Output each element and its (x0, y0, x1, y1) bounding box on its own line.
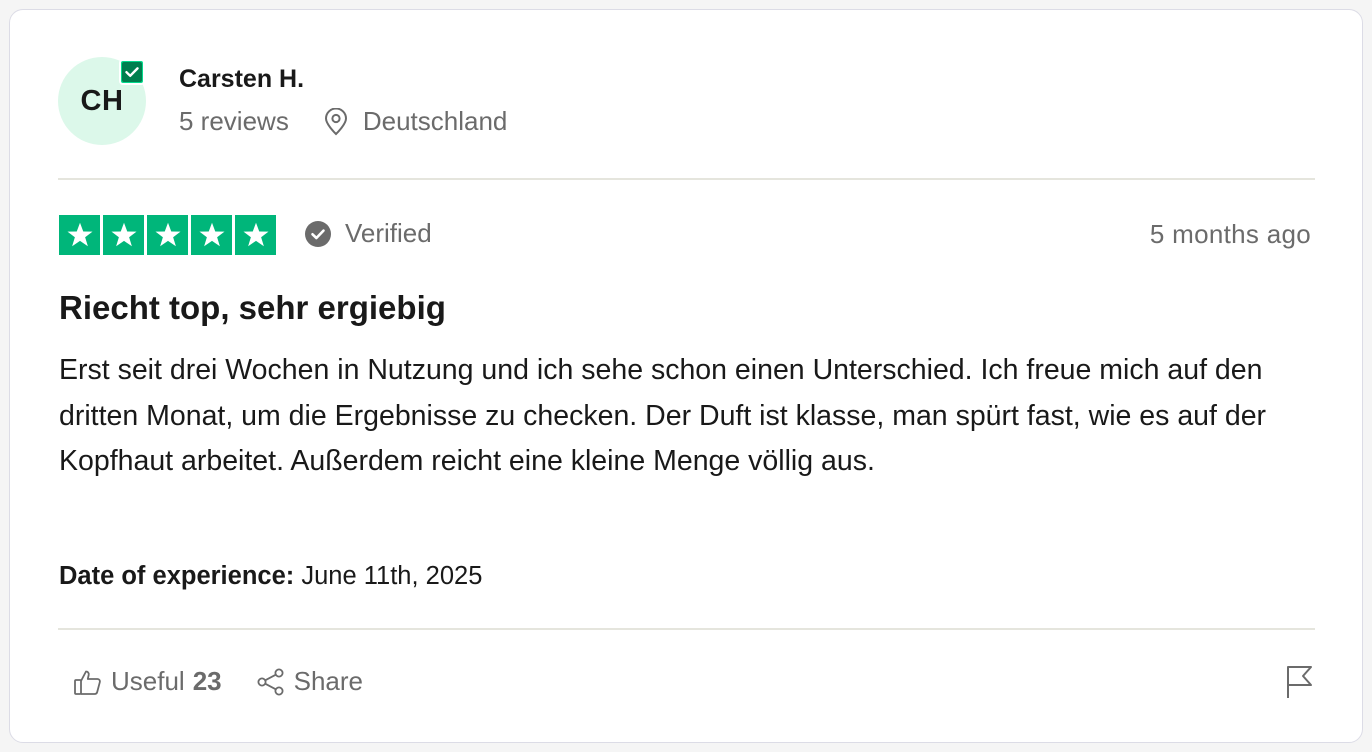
share-label: Share (293, 666, 364, 696)
reviews-count: 5 reviews (179, 106, 289, 136)
star-icon (147, 215, 188, 255)
star-rating (59, 215, 276, 255)
useful-count: 23 (192, 666, 222, 696)
thumbs-up-icon (74, 670, 101, 695)
experience-date: June 11th, 2025 (301, 562, 483, 590)
share-button[interactable]: Share (256, 666, 363, 697)
reviewer-location: Deutschland (362, 106, 508, 136)
useful-label: Useful (111, 666, 185, 696)
location-pin-icon (324, 107, 347, 135)
reviewer-name[interactable]: Carsten H. (179, 65, 304, 94)
review-card: CH Carsten H. 5 reviews Deutschland Veri… (9, 9, 1363, 743)
avatar-initials: CH (80, 84, 124, 117)
reviewer-meta: 5 reviews Deutschland (179, 106, 507, 137)
divider (58, 628, 1315, 630)
verified-label: Verified (345, 218, 432, 248)
experience-label: Date of experience: (59, 562, 295, 590)
flag-icon[interactable] (1283, 665, 1315, 699)
useful-button[interactable]: Useful 23 (73, 666, 222, 697)
review-actions: Useful 23 Share (73, 666, 363, 697)
share-icon (257, 668, 284, 695)
verified-check-icon (305, 220, 331, 247)
star-icon (103, 215, 144, 255)
review-date: 5 months ago (1149, 219, 1311, 249)
star-icon (191, 215, 232, 255)
divider (58, 178, 1315, 180)
date-of-experience: Date of experience: June 11th, 2025 (59, 562, 482, 591)
verified-check-badge-icon (119, 59, 145, 85)
star-icon (235, 215, 276, 255)
review-body: Erst seit drei Wochen in Nutzung und ich… (59, 354, 1267, 477)
verified-badge[interactable]: Verified (304, 218, 432, 249)
review-title: Riecht top, sehr ergiebig (59, 289, 446, 326)
star-icon (59, 215, 100, 255)
